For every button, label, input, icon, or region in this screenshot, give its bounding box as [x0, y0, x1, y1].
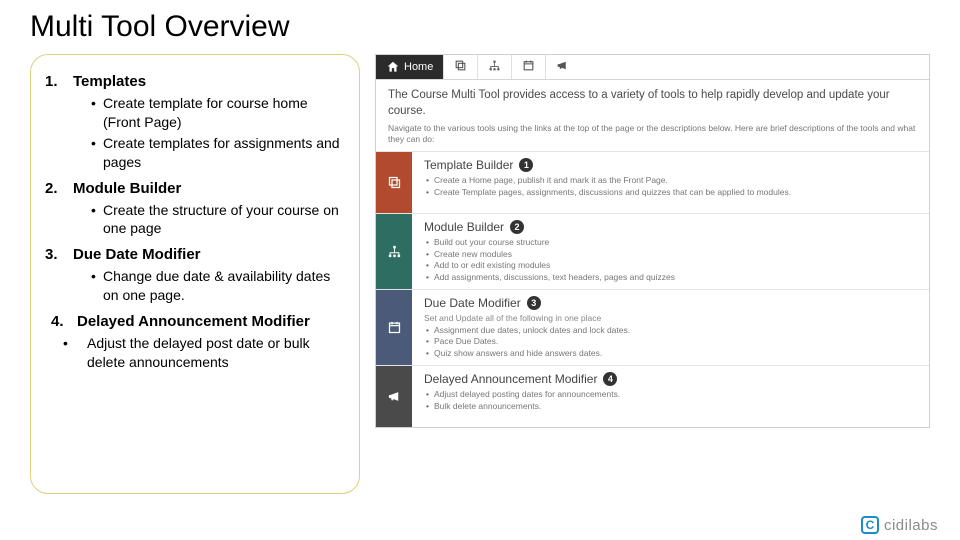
- list-bullet: Create templates for assignments and pag…: [103, 134, 345, 172]
- section-body: Template Builder 1 Create a Home page, pu…: [412, 152, 929, 213]
- section-bullet: Quiz show answers and hide answers dates…: [424, 348, 919, 359]
- home-label: Home: [404, 61, 433, 73]
- section-bullet: Create a Home page, publish it and mark …: [424, 175, 919, 186]
- section-title: Module Builder: [424, 220, 504, 234]
- calendar-icon: [376, 290, 412, 365]
- bullet-icon: •: [91, 134, 103, 172]
- bullet-icon: •: [91, 94, 103, 132]
- app-screenshot: Home The Course Multi Tool prov: [375, 54, 930, 428]
- overview-panel: 1. Templates •Create template for course…: [30, 54, 360, 494]
- sitemap-icon: [488, 59, 501, 75]
- section-bullet: Bulk delete announcements.: [424, 401, 919, 412]
- tab-templates[interactable]: [443, 55, 477, 79]
- section-body: Delayed Announcement Modifier 4 Adjust de…: [412, 366, 929, 427]
- page-title: Multi Tool Overview: [30, 10, 930, 44]
- list-number: 4.: [51, 313, 77, 330]
- section-bullet: Adjust delayed posting dates for announc…: [424, 389, 919, 400]
- section-title: Delayed Announcement Modifier: [424, 372, 597, 386]
- tab-dates[interactable]: [511, 55, 545, 79]
- section-body: Module Builder 2 Build out your course st…: [412, 214, 929, 289]
- list-sub: •Create the structure of your course on …: [91, 201, 345, 239]
- home-icon: [386, 60, 400, 74]
- subintro-text: Navigate to the various tools using the …: [376, 121, 929, 151]
- list-heading: Due Date Modifier: [73, 246, 201, 263]
- logo-text: cidilabs: [884, 517, 938, 534]
- calendar-icon: [522, 59, 535, 75]
- list-heading: Module Builder: [73, 180, 181, 197]
- section-delayed-announcement[interactable]: Delayed Announcement Modifier 4 Adjust de…: [376, 365, 929, 427]
- section-bullet: Build out your course structure: [424, 237, 919, 248]
- sitemap-icon: [376, 214, 412, 289]
- section-desc: Set and Update all of the following in o…: [424, 313, 919, 323]
- badge: 3: [527, 296, 541, 310]
- bullet-icon: •: [91, 201, 103, 239]
- section-bullet: Assignment due dates, unlock dates and l…: [424, 325, 919, 336]
- tab-announcements[interactable]: [545, 55, 579, 79]
- screenshot-panel: Home The Course Multi Tool prov: [375, 54, 930, 494]
- badge: 1: [519, 158, 533, 172]
- bullhorn-icon: [556, 59, 569, 75]
- section-module-builder[interactable]: Module Builder 2 Build out your course st…: [376, 213, 929, 289]
- section-title: Template Builder: [424, 158, 513, 172]
- bullet-icon: •: [91, 267, 103, 305]
- list-item: 4. Delayed Announcement Modifier: [51, 313, 345, 330]
- list-bullet: Change due date & availability dates on …: [103, 267, 345, 305]
- section-bullet: Add to or edit existing modules: [424, 260, 919, 271]
- content-area: 1. Templates •Create template for course…: [30, 54, 930, 494]
- list-bullet: Create the structure of your course on o…: [103, 201, 345, 239]
- copy-icon: [376, 152, 412, 213]
- list-bullet: Create template for course home (Front P…: [103, 94, 345, 132]
- bullhorn-icon: [376, 366, 412, 427]
- section-template-builder[interactable]: Template Builder 1 Create a Home page, pu…: [376, 151, 929, 213]
- list-bullet: Adjust the delayed post date or bulk del…: [87, 334, 345, 372]
- bullet-icon: •: [63, 334, 87, 372]
- section-bullet: Create Template pages, assignments, disc…: [424, 187, 919, 198]
- home-button[interactable]: Home: [376, 55, 443, 79]
- section-title: Due Date Modifier: [424, 296, 521, 310]
- list-sub: •Change due date & availability dates on…: [91, 267, 345, 305]
- badge: 2: [510, 220, 524, 234]
- list-heading: Templates: [73, 73, 146, 90]
- top-nav: Home: [376, 55, 929, 80]
- list-number: 1.: [45, 73, 73, 90]
- list-item: 2. Module Builder: [45, 180, 345, 197]
- list-item: 3. Due Date Modifier: [45, 246, 345, 263]
- logo-mark: C: [861, 516, 879, 534]
- section-due-date-modifier[interactable]: Due Date Modifier 3 Set and Update all of…: [376, 289, 929, 365]
- list-item: 1. Templates: [45, 73, 345, 90]
- badge: 4: [603, 372, 617, 386]
- list-sub: •Adjust the delayed post date or bulk de…: [63, 334, 345, 372]
- list-sub: •Create template for course home (Front …: [91, 94, 345, 172]
- list-heading: Delayed Announcement Modifier: [77, 313, 310, 330]
- copy-icon: [454, 59, 467, 75]
- intro-text: The Course Multi Tool provides access to…: [376, 80, 929, 121]
- section-bullet: Pace Due Dates.: [424, 336, 919, 347]
- section-body: Due Date Modifier 3 Set and Update all of…: [412, 290, 929, 365]
- slide: Multi Tool Overview 1. Templates •Create…: [0, 0, 960, 540]
- tab-modules[interactable]: [477, 55, 511, 79]
- list-number: 3.: [45, 246, 73, 263]
- section-bullet: Add assignments, discussions, text heade…: [424, 272, 919, 283]
- list-number: 2.: [45, 180, 73, 197]
- footer-logo: C cidilabs: [861, 516, 938, 534]
- section-bullet: Create new modules: [424, 249, 919, 260]
